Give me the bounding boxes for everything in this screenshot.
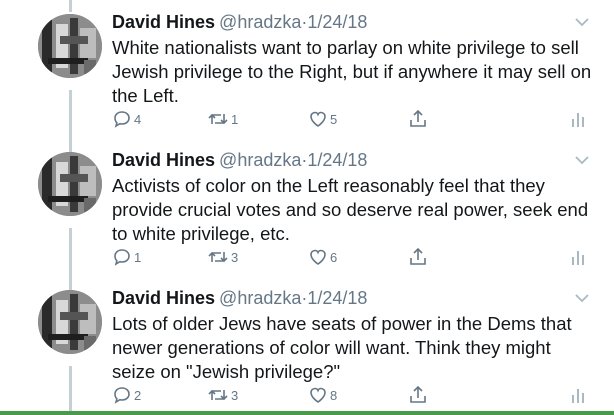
like-button[interactable]: 6 (308, 244, 337, 270)
tweet-actions: 1 3 6 (112, 244, 592, 270)
bar-chart-icon (572, 251, 584, 265)
reply-button[interactable]: 4 (112, 106, 141, 132)
reply-count: 1 (134, 249, 142, 265)
tweet-actions: 4 1 5 (112, 106, 592, 132)
handle[interactable]: @hradzka (219, 150, 301, 170)
tweet-date[interactable]: 1/24/18 (307, 150, 367, 170)
tweet-date[interactable]: 1/24/18 (307, 288, 367, 308)
reply-count: 2 (134, 387, 142, 403)
retweet-count: 3 (231, 249, 239, 265)
handle[interactable]: @hradzka (219, 288, 301, 308)
like-count: 5 (330, 111, 338, 127)
share-icon (410, 247, 426, 265)
avatar[interactable] (38, 152, 102, 216)
tweet-date[interactable]: 1/24/18 (307, 12, 367, 32)
heart-icon (310, 387, 326, 403)
tweet-header: David Hines @hradzka·1/24/18 (112, 148, 367, 172)
display-name[interactable]: David Hines (112, 288, 215, 308)
retweet-count: 3 (231, 387, 239, 403)
share-button[interactable] (408, 106, 428, 132)
reply-icon (114, 111, 130, 128)
handle[interactable]: @hradzka (219, 12, 301, 32)
share-button[interactable] (408, 244, 428, 270)
bottom-accent-bar (0, 411, 614, 415)
share-icon (410, 109, 426, 127)
chevron-down-icon[interactable] (574, 154, 590, 166)
retweet-button[interactable]: 1 (207, 106, 238, 132)
like-button[interactable]: 5 (308, 106, 337, 132)
analytics-button[interactable] (570, 382, 586, 408)
tweet[interactable]: David Hines @hradzka·1/24/18 White nation… (0, 2, 614, 140)
bar-chart-icon (572, 113, 584, 127)
like-count: 6 (330, 249, 338, 265)
tweet-text: Lots of older Jews have seats of power i… (112, 313, 572, 382)
chevron-down-icon[interactable] (574, 16, 590, 28)
like-button[interactable]: 8 (308, 382, 337, 408)
reply-button[interactable]: 1 (112, 244, 141, 270)
avatar[interactable] (38, 14, 102, 78)
heart-icon (310, 111, 326, 127)
tweet-header: David Hines @hradzka·1/24/18 (112, 286, 367, 310)
like-count: 8 (330, 387, 338, 403)
reply-button[interactable]: 2 (112, 382, 141, 408)
tweet-thread: David Hines @hradzka·1/24/18 White nation… (0, 0, 614, 415)
chevron-down-icon[interactable] (574, 292, 590, 304)
avatar[interactable] (38, 290, 102, 354)
avatar-image (38, 152, 102, 216)
heart-icon (310, 249, 326, 265)
retweet-icon (208, 251, 228, 263)
tweet-header: David Hines @hradzka·1/24/18 (112, 10, 367, 34)
tweet[interactable]: David Hines @hradzka·1/24/18 Lots of olde… (0, 278, 614, 415)
retweet-icon (208, 389, 228, 401)
share-button[interactable] (408, 382, 428, 408)
display-name[interactable]: David Hines (112, 150, 215, 170)
retweet-button[interactable]: 3 (207, 382, 238, 408)
retweet-button[interactable]: 3 (207, 244, 238, 270)
display-name[interactable]: David Hines (112, 12, 215, 32)
reply-icon (114, 387, 130, 404)
reply-icon (114, 249, 130, 266)
avatar-image (38, 290, 102, 354)
bar-chart-icon (572, 389, 584, 403)
analytics-button[interactable] (570, 106, 586, 132)
analytics-button[interactable] (570, 244, 586, 270)
retweet-icon (208, 113, 228, 125)
share-icon (410, 385, 426, 403)
tweet-actions: 2 3 8 (112, 382, 592, 408)
avatar-image (38, 14, 102, 78)
tweet[interactable]: David Hines @hradzka·1/24/18 Activists of… (0, 140, 614, 278)
reply-count: 4 (134, 111, 142, 127)
tweet-text: Activists of color on the Left reasonabl… (112, 175, 589, 244)
tweet-text: White nationalists want to parlay on whi… (112, 37, 592, 106)
retweet-count: 1 (231, 111, 239, 127)
